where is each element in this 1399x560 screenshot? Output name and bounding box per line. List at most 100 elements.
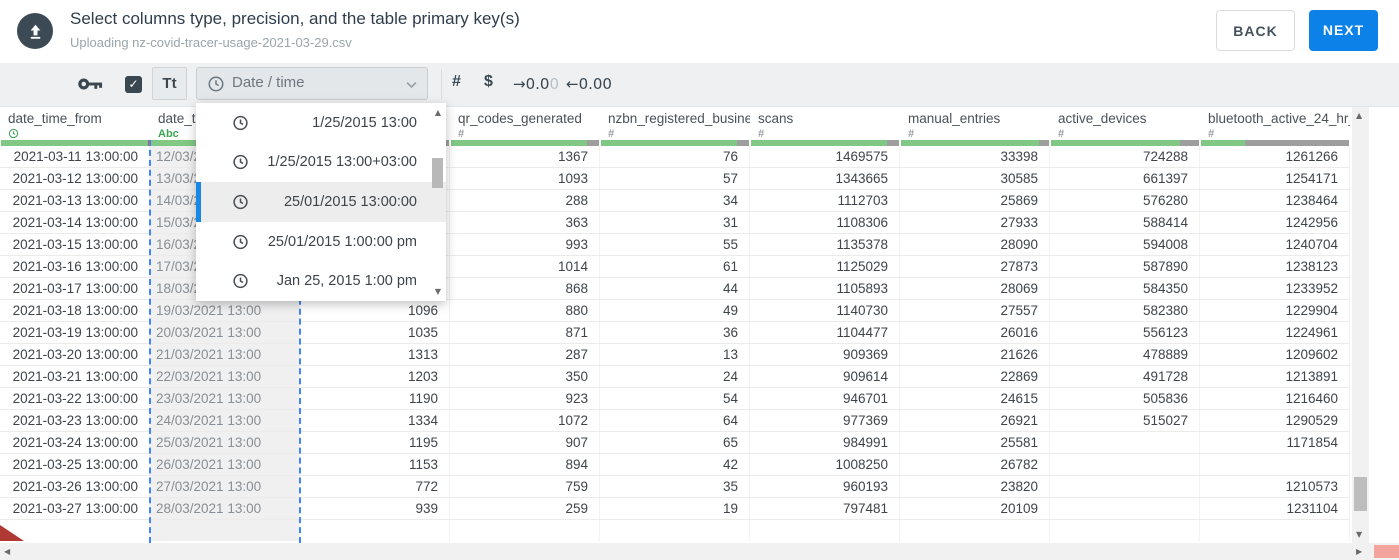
table-cell: 36 <box>600 322 750 343</box>
table-cell: 2021-03-18 13:00:00 <box>0 300 150 321</box>
table-cell: 587890 <box>1050 256 1200 277</box>
table-cell: 880 <box>450 300 600 321</box>
table-cell: 1125029 <box>750 256 900 277</box>
column-header-scans[interactable]: scans # <box>750 107 900 146</box>
table-row: 2021-03-25 13:00:00 26/03/2021 13:00 1153 8… <box>0 454 1350 476</box>
table-cell: 22/03/2021 13:00 <box>150 366 300 387</box>
table-cell: 13 <box>600 344 750 365</box>
table-cell: 27/03/2021 13:00 <box>150 476 300 497</box>
date-format-option[interactable]: 25/01/2015 13:00:00 <box>196 182 446 222</box>
table-cell: 1213891 <box>1200 366 1350 387</box>
scroll-left-arrow-icon[interactable]: ◀ <box>4 547 10 556</box>
column-header-qr_codes_generated[interactable]: qr_codes_generated # <box>450 107 600 146</box>
table-cell <box>1050 476 1200 497</box>
table-cell: 42 <box>600 454 750 475</box>
scroll-right-arrow-icon[interactable]: ▶ <box>1356 547 1362 556</box>
column-header-bluetooth_active_24_hr_[interactable]: bluetooth_active_24_hr_ # <box>1200 107 1350 146</box>
column-header-active_devices[interactable]: active_devices # <box>1050 107 1200 146</box>
column-name: scans <box>758 111 794 126</box>
dropdown-scroll-thumb[interactable] <box>432 158 443 188</box>
primary-key-button[interactable] <box>78 77 103 96</box>
table-cell: 2021-03-14 13:00:00 <box>0 212 150 233</box>
table-cell: 1233952 <box>1200 278 1350 299</box>
table-cell: 26921 <box>900 410 1050 431</box>
number-type-button[interactable]: # <box>452 73 461 91</box>
table-cell: 363 <box>450 212 600 233</box>
horizontal-scroll-thumb[interactable] <box>1374 545 1399 558</box>
date-format-option[interactable]: Jan 25, 2015 1:00 pm <box>196 261 446 301</box>
column-name: active_devices <box>1058 111 1147 126</box>
column-header-nzbn_registered_busine[interactable]: nzbn_registered_busine # <box>600 107 750 146</box>
table-cell: 1242956 <box>1200 212 1350 233</box>
column-type-glyph: Abc <box>158 128 179 140</box>
table-cell <box>450 520 600 541</box>
horizontal-scrollbar[interactable]: ◀ ▶ <box>0 543 1399 560</box>
include-column-checkbox[interactable]: ✓ <box>125 76 142 93</box>
date-format-option[interactable]: 1/25/2015 13:00+03:00 <box>196 143 446 183</box>
table-cell: 1224961 <box>1200 322 1350 343</box>
table-cell: 1469575 <box>750 146 900 167</box>
scroll-down-arrow-icon[interactable]: ▼ <box>1356 530 1362 539</box>
date-format-options: 1/25/2015 13:00 1/25/2015 13:00+03:00 25/0… <box>196 103 446 301</box>
table-cell: 287 <box>450 344 600 365</box>
table-cell: 907 <box>450 432 600 453</box>
table-cell: 1112703 <box>750 190 900 211</box>
date-format-option[interactable]: 1/25/2015 13:00 <box>196 103 446 143</box>
table-cell: 505836 <box>1050 388 1200 409</box>
scroll-up-arrow-icon[interactable]: ▲ <box>1356 111 1362 120</box>
decrease-precision-button[interactable]: ←0.00 <box>566 75 612 93</box>
back-button[interactable]: BACK <box>1216 10 1295 51</box>
table-cell: 1014 <box>450 256 600 277</box>
table-cell: 2021-03-12 13:00:00 <box>0 168 150 189</box>
table-cell: 909369 <box>750 344 900 365</box>
table-cell: 2021-03-25 13:00:00 <box>0 454 150 475</box>
table-cell: 1153 <box>300 454 450 475</box>
table-cell <box>1050 498 1200 519</box>
table-cell: 23820 <box>900 476 1050 497</box>
table-cell: 588414 <box>1050 212 1200 233</box>
table-cell: 44 <box>600 278 750 299</box>
column-type-glyph: # <box>458 128 465 140</box>
table-cell <box>300 520 450 541</box>
table-cell: 797481 <box>750 498 900 519</box>
date-format-option[interactable]: 25/01/2015 1:00:00 pm <box>196 222 446 262</box>
table-cell: 19 <box>600 498 750 519</box>
table-cell: 1072 <box>450 410 600 431</box>
clock-icon <box>207 75 225 98</box>
table-cell <box>1200 520 1350 541</box>
dropdown-scroll-down-icon[interactable]: ▼ <box>435 287 441 296</box>
vertical-scroll-thumb[interactable] <box>1354 477 1367 511</box>
increase-precision-button[interactable]: →0.00 <box>513 75 559 93</box>
table-cell: 2021-03-23 13:00:00 <box>0 410 150 431</box>
table-row: 2021-03-19 13:00:00 20/03/2021 13:00 1035 8… <box>0 322 1350 344</box>
table-cell: 661397 <box>1050 168 1200 189</box>
table-cell: 759 <box>450 476 600 497</box>
table-cell: 1261266 <box>1200 146 1350 167</box>
table-cell: 1209602 <box>1200 344 1350 365</box>
table-cell: 65 <box>600 432 750 453</box>
csv-import-wizard: Select columns type, precision, and the … <box>0 0 1399 560</box>
table-cell: 76 <box>600 146 750 167</box>
table-cell: 33398 <box>900 146 1050 167</box>
datetime-type-select[interactable]: Date / time <box>196 67 428 100</box>
table-cell: 19/03/2021 13:00 <box>150 300 300 321</box>
currency-type-button[interactable]: $ <box>484 73 493 91</box>
next-button[interactable]: NEXT <box>1309 10 1378 51</box>
table-cell <box>150 520 300 541</box>
table-cell: 1190 <box>300 388 450 409</box>
text-type-button[interactable]: Tt <box>152 67 187 100</box>
table-cell: 27873 <box>900 256 1050 277</box>
table-cell: 55 <box>600 234 750 255</box>
vertical-scrollbar[interactable]: ▲ ▼ <box>1352 107 1369 543</box>
table-row: 2021-03-24 13:00:00 25/03/2021 13:00 1195 9… <box>0 432 1350 454</box>
table-cell: 556123 <box>1050 322 1200 343</box>
column-type-glyph: # <box>1208 128 1215 140</box>
dropdown-scroll-up-icon[interactable]: ▲ <box>435 108 441 117</box>
table-cell: 1135378 <box>750 234 900 255</box>
page-title: Select columns type, precision, and the … <box>70 9 520 28</box>
table-cell: 34 <box>600 190 750 211</box>
column-header-date_time_from[interactable]: date_time_from <box>0 107 150 146</box>
table-cell: 1238464 <box>1200 190 1350 211</box>
column-header-manual_entries[interactable]: manual_entries # <box>900 107 1050 146</box>
table-cell: 21/03/2021 13:00 <box>150 344 300 365</box>
